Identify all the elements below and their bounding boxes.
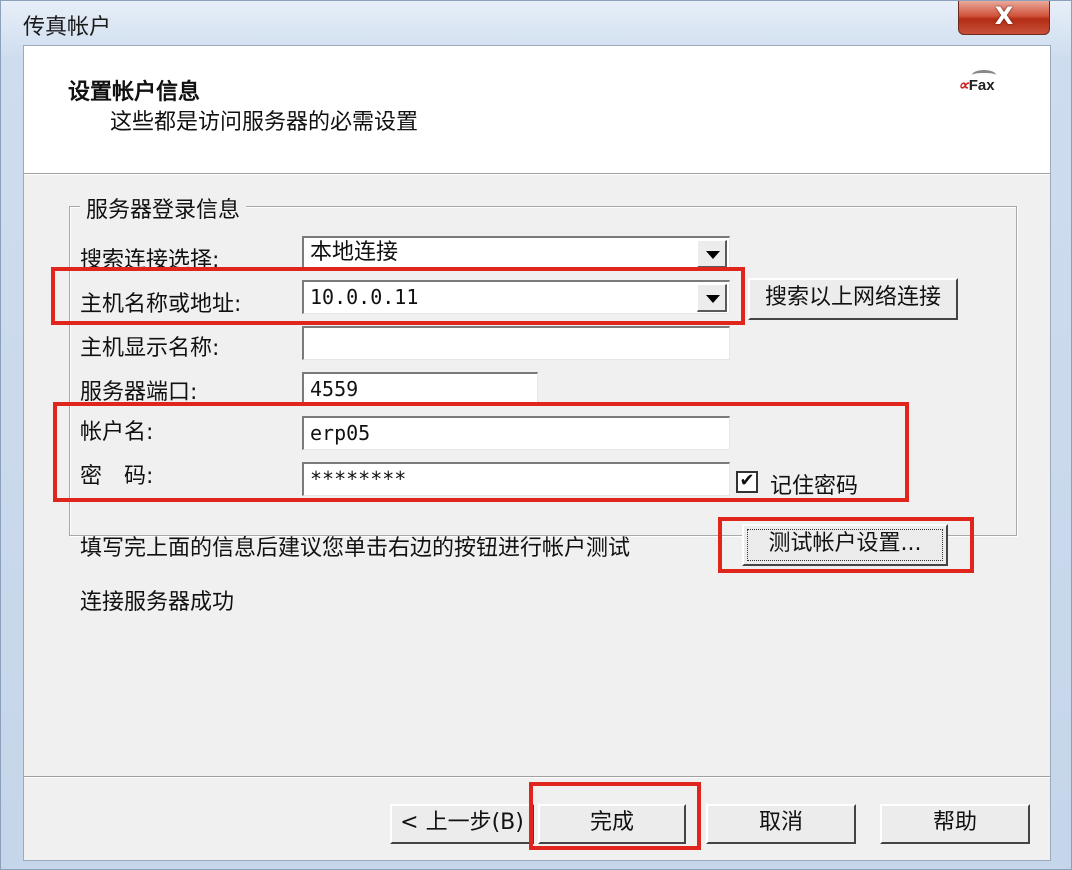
connection-dropdown-button[interactable] xyxy=(697,240,727,268)
wizard-header: 设置帐户信息 这些都是访问服务器的必需设置 ∝Fax xyxy=(24,46,1050,174)
back-button[interactable]: < 上一步(B) xyxy=(390,804,534,844)
close-button[interactable]: X xyxy=(958,1,1050,35)
search-network-button[interactable]: 搜索以上网络连接 xyxy=(748,278,958,320)
highlight-credentials xyxy=(53,402,909,502)
page-title: 设置帐户信息 xyxy=(68,80,201,105)
fax-logo: ∝Fax xyxy=(958,70,996,94)
footer-separator-highlight xyxy=(24,777,1050,778)
host-display-name-input[interactable] xyxy=(302,326,730,360)
connection-select-dropdown[interactable]: 本地连接 xyxy=(302,236,730,270)
dialog-window: 传真帐户 X 设置帐户信息 这些都是访问服务器的必需设置 ∝Fax 服务器登录信… xyxy=(0,0,1072,870)
server-port-input[interactable]: 4559 xyxy=(302,372,538,406)
logo-arc xyxy=(972,70,996,80)
help-button[interactable]: 帮助 xyxy=(880,804,1030,844)
logo-accent: ∝ xyxy=(958,77,969,94)
highlight-test-button xyxy=(718,517,974,573)
connection-status-text: 连接服务器成功 xyxy=(80,590,235,615)
groupbox-legend: 服务器登录信息 xyxy=(80,192,247,224)
header-separator xyxy=(24,174,1050,175)
connection-select-value: 本地连接 xyxy=(310,240,399,265)
host-display-name-label: 主机显示名称: xyxy=(80,336,220,361)
chevron-down-icon xyxy=(706,251,720,259)
cancel-button[interactable]: 取消 xyxy=(706,804,856,844)
hint-text: 填写完上面的信息后建议您单击右边的按钮进行帐户测试 xyxy=(80,536,631,561)
highlight-finish-button xyxy=(529,782,701,850)
highlight-host-address xyxy=(51,267,745,325)
window-title: 传真帐户 xyxy=(23,15,112,40)
page-subtitle: 这些都是访问服务器的必需设置 xyxy=(110,110,419,135)
title-bar[interactable]: 传真帐户 X xyxy=(1,1,1072,45)
